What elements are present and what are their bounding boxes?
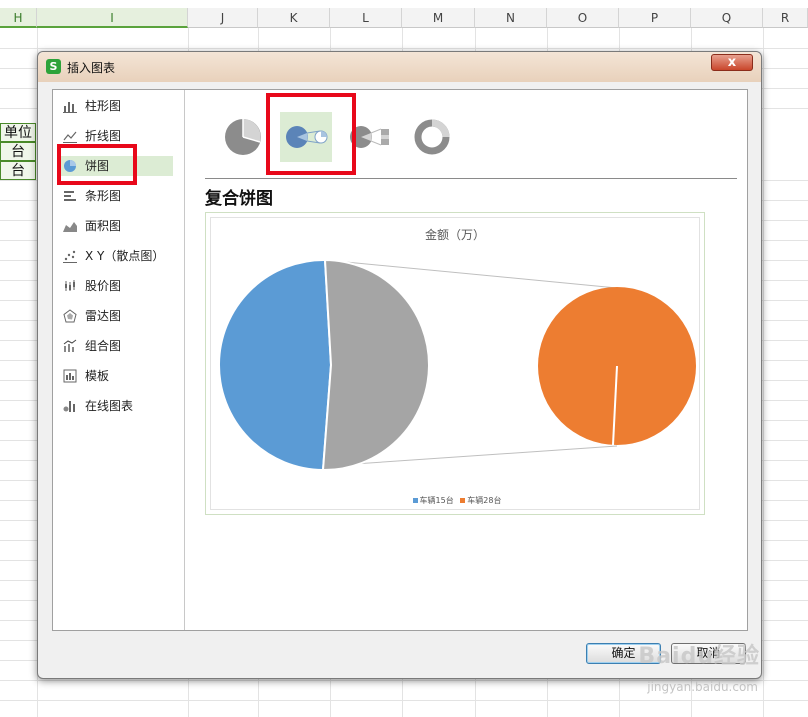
pie-icon <box>225 119 261 155</box>
chart-svg <box>218 258 696 472</box>
scatter-chart-icon <box>63 250 77 263</box>
chart-preview-area: 金额（万） 车辆15台 车辆28台 <box>210 217 700 510</box>
column-header-p[interactable]: P <box>619 8 691 28</box>
category-label: 模板 <box>85 369 110 383</box>
category-line-chart[interactable]: 折线图 <box>59 126 173 146</box>
category-scatter-chart[interactable]: X Y（散点图） <box>59 246 173 266</box>
pie-slice-blue <box>218 258 333 472</box>
combo-chart-icon <box>63 339 77 352</box>
category-label: 条形图 <box>85 189 122 203</box>
baidu-watermark-url: jingyan.baidu.com <box>647 680 758 694</box>
category-template[interactable]: 模板 <box>59 366 173 386</box>
category-label: 雷达图 <box>85 309 122 323</box>
area-chart-icon <box>63 222 77 232</box>
insert-chart-dialog: S 插入图表 x 柱形图 折线图 饼图 条形图 面积图 X Y（散点图） 股价图… <box>37 51 762 679</box>
chart-legend: 车辆15台 车辆28台 <box>211 495 699 506</box>
dialog-content: 柱形图 折线图 饼图 条形图 面积图 X Y（散点图） 股价图 雷达图 组合图 … <box>52 89 748 631</box>
highlight-pie-category <box>57 144 137 185</box>
separator <box>205 178 737 179</box>
category-column-chart[interactable]: 柱形图 <box>59 96 173 116</box>
dialog-titlebar[interactable]: S 插入图表 x <box>38 52 761 82</box>
cell-unit-value[interactable]: 台 <box>0 161 36 180</box>
category-label: 组合图 <box>85 339 122 353</box>
bar-chart-icon <box>64 191 76 201</box>
doughnut-icon <box>414 119 450 155</box>
online-chart-icon <box>63 401 75 412</box>
category-label: 股价图 <box>85 279 122 293</box>
legend-label: 车辆28台 <box>467 496 502 505</box>
baidu-watermark: Baidu经验 <box>638 644 760 669</box>
category-label: X Y（散点图） <box>85 249 165 263</box>
category-area-chart[interactable]: 面积图 <box>59 216 173 236</box>
stock-chart-icon <box>65 280 75 291</box>
radar-chart-icon <box>63 309 77 323</box>
column-header-o[interactable]: O <box>547 8 619 28</box>
chart-preview: 金额（万） 车辆15台 车辆28台 <box>205 212 705 515</box>
legend-swatch-orange <box>460 498 466 503</box>
category-label: 折线图 <box>85 129 122 143</box>
column-header-l[interactable]: L <box>330 8 402 28</box>
wps-app-icon: S <box>46 59 61 74</box>
legend-label: 车辆15台 <box>419 496 454 505</box>
line-chart-icon <box>63 131 77 143</box>
column-header-j[interactable]: J <box>188 8 258 28</box>
column-header-k[interactable]: K <box>258 8 330 28</box>
subtype-pie[interactable] <box>217 112 269 162</box>
category-stock-chart[interactable]: 股价图 <box>59 276 173 296</box>
category-online-chart[interactable]: 在线图表 <box>59 396 173 416</box>
column-header-h[interactable]: H <box>0 8 37 28</box>
highlight-pie-of-pie-subtype <box>266 93 356 175</box>
legend-swatch-blue <box>412 498 418 503</box>
category-label: 在线图表 <box>85 399 134 413</box>
category-radar-chart[interactable]: 雷达图 <box>59 306 173 326</box>
cell-unit[interactable]: 单位 <box>0 123 36 142</box>
column-chart-icon <box>63 102 77 113</box>
column-header-n[interactable]: N <box>475 8 547 28</box>
subtype-title: 复合饼图 <box>205 189 273 209</box>
column-header-m[interactable]: M <box>402 8 475 28</box>
category-label: 面积图 <box>85 219 122 233</box>
template-icon <box>63 369 77 383</box>
category-bar-chart[interactable]: 条形图 <box>59 186 173 206</box>
pie-slice-gray <box>321 258 430 472</box>
close-button[interactable]: x <box>711 54 753 71</box>
category-combo-chart[interactable]: 组合图 <box>59 336 173 356</box>
subtype-doughnut[interactable] <box>406 112 458 162</box>
cell-unit-value[interactable]: 台 <box>0 142 36 161</box>
column-header-q[interactable]: Q <box>691 8 763 28</box>
dialog-title: 插入图表 <box>67 61 116 75</box>
column-header-i[interactable]: I <box>37 8 188 28</box>
column-header-r[interactable]: R <box>763 8 808 28</box>
category-label: 柱形图 <box>85 99 122 113</box>
